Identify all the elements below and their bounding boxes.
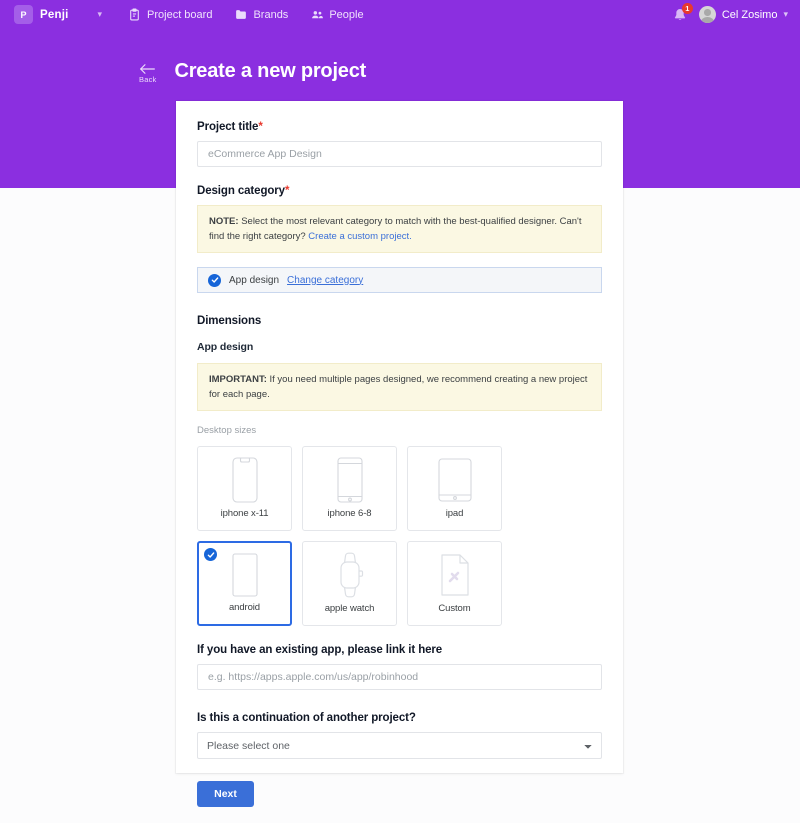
- important-note-box: IMPORTANT: If you need multiple pages de…: [197, 363, 602, 411]
- back-button-label: Back: [139, 75, 157, 84]
- page-header: Back Create a new project: [139, 58, 366, 84]
- device-card-label: ipad: [445, 508, 464, 519]
- project-title-label-text: Project title: [197, 121, 259, 133]
- device-card-iphone-x-11[interactable]: iphone x-11: [197, 446, 292, 531]
- important-prefix: IMPORTANT:: [209, 374, 267, 385]
- continuation-label: Is this a continuation of another projec…: [197, 712, 416, 724]
- device-card-label: apple watch: [324, 603, 375, 614]
- ipad-icon: [408, 447, 501, 508]
- device-card-label: Custom: [438, 603, 471, 614]
- selected-category-row[interactable]: App design Change category: [197, 267, 602, 293]
- desktop-sizes-label: Desktop sizes: [197, 425, 257, 436]
- top-nav-right-cluster: 1 Cel Zosimo ▾: [672, 2, 788, 23]
- people-icon: [310, 8, 324, 21]
- avatar: [698, 6, 716, 23]
- iphone-6-icon: [303, 447, 396, 508]
- required-asterisk: *: [258, 121, 263, 133]
- device-card-label: iphone 6-8: [327, 508, 372, 519]
- clipboard-icon: [128, 8, 141, 21]
- folder-icon: [234, 8, 247, 21]
- notifications-button[interactable]: 1: [672, 2, 693, 23]
- note-prefix: NOTE:: [209, 216, 239, 227]
- workspace-chevron-down-icon[interactable]: ▾: [97, 9, 102, 20]
- workspace-brand[interactable]: P Penji ▾: [14, 5, 102, 24]
- dimensions-subheading: App design: [197, 341, 254, 353]
- continuation-select[interactable]: Please select one Yes No: [197, 732, 602, 759]
- app-root: P Penji ▾ Project board Brands People 1 …: [0, 0, 800, 823]
- nav-item-brands[interactable]: Brands: [234, 8, 288, 21]
- change-category-link[interactable]: Change category: [287, 275, 363, 286]
- page-title: Create a new project: [174, 60, 367, 82]
- primary-nav-links: Project board Brands People: [128, 8, 364, 21]
- device-card-apple-watch[interactable]: apple watch: [302, 541, 397, 626]
- nav-label: Project board: [147, 8, 213, 21]
- workspace-logo-badge: P: [14, 5, 33, 24]
- device-card-ipad[interactable]: ipad: [407, 446, 502, 531]
- arrow-left-icon: [139, 62, 156, 74]
- device-card-android[interactable]: android: [197, 541, 292, 626]
- device-card-iphone-6-8[interactable]: iphone 6-8: [302, 446, 397, 531]
- check-circle-icon: [208, 273, 221, 287]
- project-title-input[interactable]: [197, 141, 602, 167]
- required-asterisk: *: [284, 185, 290, 197]
- nav-item-people[interactable]: People: [310, 8, 364, 21]
- project-title-label: Project title*: [197, 121, 602, 133]
- nav-label: People: [329, 8, 364, 21]
- workspace-name: Penji: [40, 8, 69, 21]
- nav-item-project-board[interactable]: Project board: [128, 8, 212, 21]
- category-note-box: NOTE: Select the most relevant category …: [197, 205, 602, 253]
- top-navigation-bar: P Penji ▾ Project board Brands People 1 …: [0, 0, 800, 29]
- custom-document-icon: [408, 542, 501, 603]
- user-chevron-down-icon[interactable]: ▾: [783, 9, 788, 20]
- back-button[interactable]: Back: [139, 58, 156, 84]
- device-card-label: iphone x-11: [220, 508, 269, 519]
- user-name-label: Cel Zosimo: [721, 8, 778, 21]
- user-menu[interactable]: Cel Zosimo ▾: [698, 6, 788, 23]
- selected-category-label: App design: [229, 274, 280, 286]
- notification-count-badge: 1: [681, 2, 693, 14]
- next-button[interactable]: Next: [197, 781, 254, 807]
- dimensions-heading: Dimensions: [197, 315, 262, 327]
- device-card-label: android: [229, 602, 260, 613]
- device-size-grid: iphone x-11 iphone 6-8 ipad android appl…: [197, 446, 602, 626]
- existing-app-link-input[interactable]: [197, 664, 602, 690]
- selected-check-icon: [204, 548, 217, 561]
- iphone-x-icon: [198, 447, 291, 508]
- create-project-card: Project title* Design category* NOTE: Se…: [176, 101, 623, 807]
- nav-label: Brands: [253, 8, 289, 21]
- design-category-label-text: Design category: [197, 185, 285, 197]
- create-custom-project-link[interactable]: Create a custom project.: [308, 231, 412, 242]
- design-category-label: Design category*: [197, 185, 602, 197]
- existing-app-label: If you have an existing app, please link…: [197, 644, 443, 656]
- apple-watch-icon: [303, 542, 396, 603]
- device-card-custom[interactable]: Custom: [407, 541, 502, 626]
